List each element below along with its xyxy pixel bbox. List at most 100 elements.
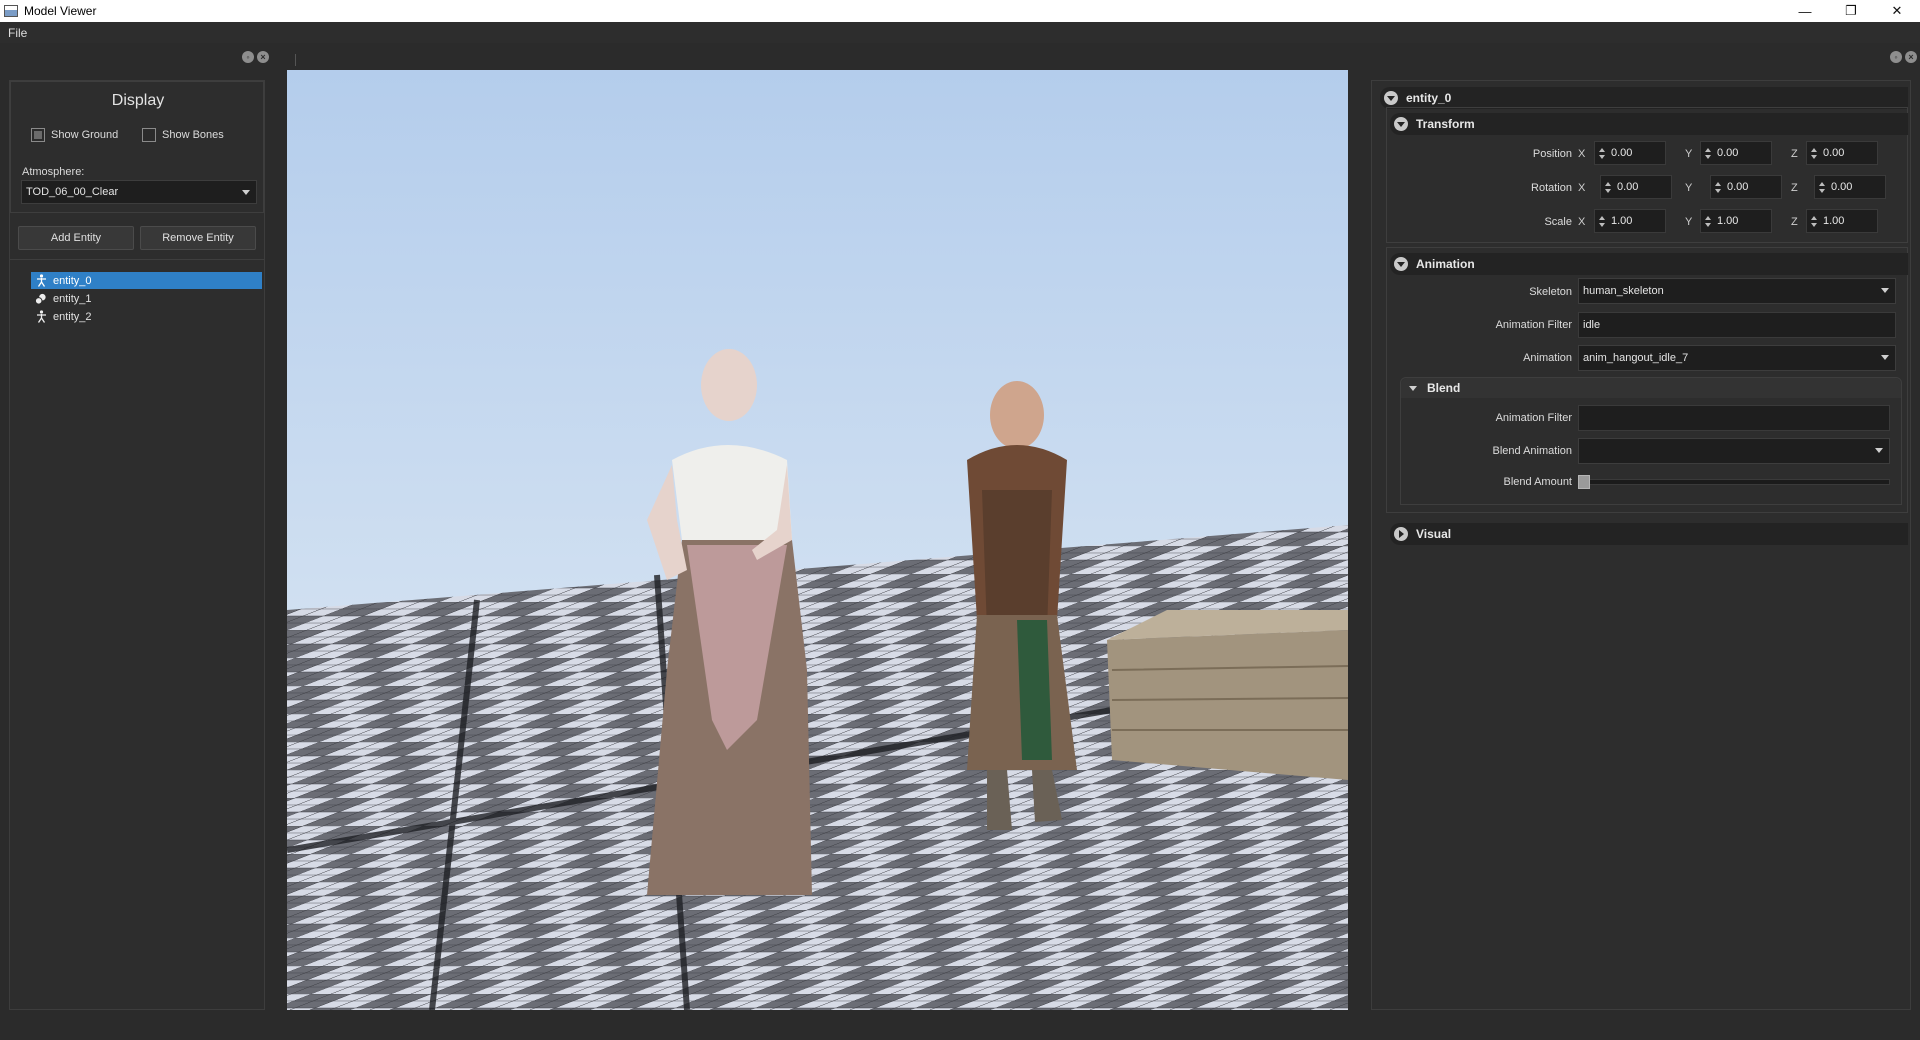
tree-item-entity-0[interactable]: entity_0 — [31, 272, 262, 289]
chevron-down-icon — [1881, 355, 1889, 360]
show-ground-label: Show Ground — [51, 129, 119, 141]
position-y-input[interactable]: 0.00 — [1700, 141, 1772, 165]
rotation-label: Rotation — [1531, 182, 1572, 194]
dock-close-icon[interactable]: × — [1905, 51, 1917, 63]
tree-item-entity-1[interactable]: entity_1 — [31, 290, 262, 307]
chevron-down-icon — [1409, 385, 1417, 391]
show-ground-toggle[interactable]: Show Ground — [31, 128, 118, 142]
axis-y-label: Y — [1685, 182, 1693, 194]
tree-item-entity-2[interactable]: entity_2 — [31, 308, 262, 325]
app-icon — [4, 5, 18, 17]
axis-x-label: X — [1578, 182, 1586, 194]
show-bones-label: Show Bones — [162, 129, 224, 141]
blend-amount-slider[interactable] — [1578, 479, 1890, 485]
chevron-right-icon — [1394, 527, 1408, 541]
axis-z-label: Z — [1791, 148, 1798, 160]
window-titlebar: Model Viewer — ❐ ✕ — [0, 0, 1920, 22]
minimize-button[interactable]: — — [1782, 0, 1828, 22]
show-bones-toggle[interactable]: Show Bones — [142, 128, 224, 142]
dock-float-icon[interactable]: ◦ — [1890, 51, 1902, 63]
remove-entity-button[interactable]: Remove Entity — [140, 226, 256, 250]
add-entity-button[interactable]: Add Entity — [18, 226, 134, 250]
blend-animation-select[interactable] — [1578, 438, 1890, 464]
axis-z-label: Z — [1791, 182, 1798, 194]
restore-button[interactable]: ❐ — [1828, 0, 1874, 22]
show-ground-checkbox[interactable] — [31, 128, 45, 142]
transform-section-header[interactable]: Transform — [1390, 113, 1908, 135]
animation-filter-label: Animation Filter — [1495, 319, 1572, 331]
animation-select[interactable]: anim_hangout_idle_7 — [1578, 345, 1896, 371]
animation-label: Animation — [1523, 352, 1572, 364]
blend-amount-handle[interactable] — [1578, 475, 1590, 489]
window-title: Model Viewer — [24, 4, 97, 18]
chevron-down-icon — [1394, 117, 1408, 131]
3d-viewport[interactable] — [287, 70, 1348, 1010]
skeleton-value: human_skeleton — [1583, 285, 1664, 297]
blend-filter-input[interactable] — [1578, 405, 1890, 431]
chevron-down-icon — [242, 190, 250, 195]
scene-render — [287, 70, 1348, 1010]
right-dock-titlebar: ◦ × — [1361, 46, 1920, 68]
transform-header: Transform — [1416, 117, 1475, 131]
dock-close-icon[interactable]: × — [257, 51, 269, 63]
right-dock: ◦ × entity_0 Transform Position X 0.00 Y… — [1361, 46, 1920, 1018]
menu-file[interactable]: File — [0, 26, 35, 40]
entity-tree: entity_0 entity_1 entity_2 — [10, 259, 264, 999]
person-icon — [35, 274, 47, 287]
animation-section-header[interactable]: Animation — [1390, 253, 1908, 275]
dock-float-icon[interactable]: ◦ — [242, 51, 254, 63]
visual-section-header[interactable]: Visual — [1390, 523, 1908, 545]
animation-filter-input[interactable]: idle — [1578, 312, 1896, 338]
person-icon — [35, 310, 47, 323]
blend-section-header[interactable]: Blend — [1401, 378, 1901, 398]
scale-y-input[interactable]: 1.00 — [1700, 209, 1772, 233]
show-bones-checkbox[interactable] — [142, 128, 156, 142]
entity-section-header[interactable]: entity_0 — [1380, 87, 1908, 109]
tree-item-label: entity_2 — [53, 310, 92, 323]
axis-x-label: X — [1578, 148, 1586, 160]
rotation-y-input[interactable]: 0.00 — [1710, 175, 1782, 199]
blend-header: Blend — [1427, 381, 1461, 395]
left-dock-titlebar: ◦ × — [0, 46, 276, 68]
axis-y-label: Y — [1685, 148, 1693, 160]
blend-filter-label: Animation Filter — [1495, 412, 1572, 424]
display-group: Display Show Ground Show Bones Atmospher… — [10, 81, 264, 213]
position-z-input[interactable]: 0.00 — [1806, 141, 1878, 165]
visual-header: Visual — [1416, 527, 1452, 541]
skeleton-select[interactable]: human_skeleton — [1578, 278, 1896, 304]
scale-label: Scale — [1544, 216, 1572, 228]
rotation-x-input[interactable]: 0.00 — [1600, 175, 1672, 199]
chevron-down-icon — [1384, 91, 1398, 105]
blend-animation-label: Blend Animation — [1492, 445, 1573, 457]
viewport-handle — [295, 54, 296, 66]
atmosphere-value: TOD_06_00_Clear — [26, 186, 119, 198]
scale-x-input[interactable]: 1.00 — [1594, 209, 1666, 233]
menu-bar: File — [0, 22, 1920, 43]
skeleton-label: Skeleton — [1529, 286, 1572, 298]
atmosphere-select[interactable]: TOD_06_00_Clear — [21, 180, 257, 204]
position-x-input[interactable]: 0.00 — [1594, 141, 1666, 165]
animation-header: Animation — [1416, 257, 1475, 271]
inspector-panel: entity_0 Transform Position X 0.00 Y 0.0… — [1371, 80, 1911, 1010]
viewport-dock — [282, 46, 1358, 1018]
left-dock: ◦ × Display Show Ground Show Bones Atmos… — [0, 46, 276, 1018]
blend-amount-label: Blend Amount — [1503, 476, 1573, 488]
chevron-down-icon — [1394, 257, 1408, 271]
axis-x-label: X — [1578, 216, 1586, 228]
tree-item-label: entity_0 — [53, 274, 92, 287]
scale-z-input[interactable]: 1.00 — [1806, 209, 1878, 233]
chevron-down-icon — [1881, 288, 1889, 293]
object-icon — [35, 292, 47, 305]
position-label: Position — [1532, 148, 1572, 160]
display-panel: Display Show Ground Show Bones Atmospher… — [9, 80, 265, 1010]
axis-z-label: Z — [1791, 216, 1798, 228]
tree-item-label: entity_1 — [53, 292, 92, 305]
close-button[interactable]: ✕ — [1874, 0, 1920, 22]
atmosphere-label: Atmosphere: — [22, 166, 85, 178]
rotation-z-input[interactable]: 0.00 — [1814, 175, 1886, 199]
entity-name: entity_0 — [1406, 91, 1452, 105]
axis-y-label: Y — [1685, 216, 1693, 228]
animation-value: anim_hangout_idle_7 — [1583, 352, 1689, 364]
chevron-down-icon — [1875, 448, 1883, 453]
display-title: Display — [111, 92, 165, 109]
